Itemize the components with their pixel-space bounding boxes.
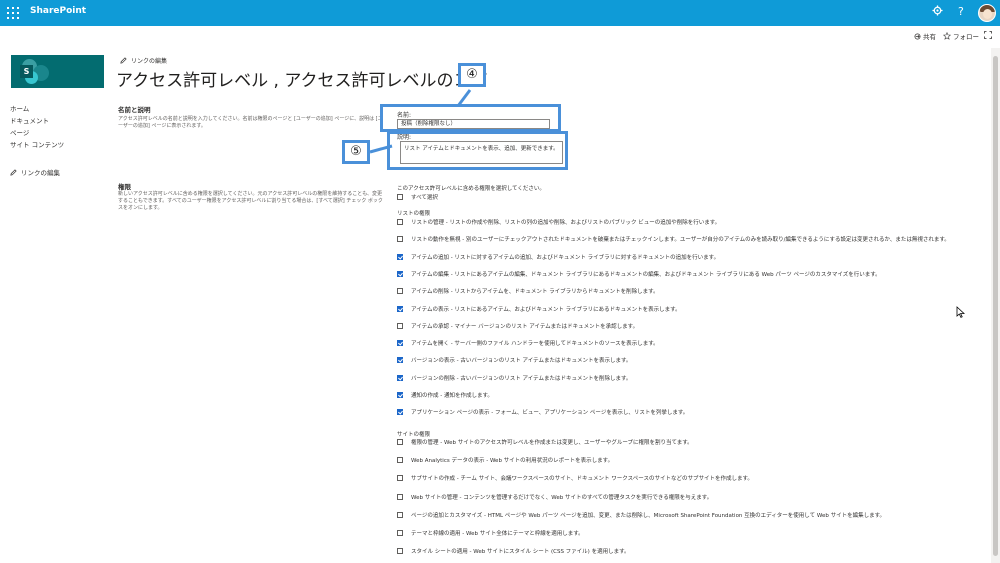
permission-label: リストの動作を無視 - 別のユーザーにチェックアウトされたドキュメントを破棄また… [411, 237, 950, 244]
permission-label: 権限の管理 - Web サイトのアクセス許可レベルを作成または変更し、ユーザーや… [411, 440, 693, 446]
permission-label: アプリケーション ページの表示 - フォーム、ビュー、アプリケーション ページを… [411, 410, 689, 417]
permission-checkbox[interactable] [397, 236, 403, 243]
permission-checkbox[interactable] [397, 374, 403, 381]
permission-row[interactable]: スタイル シートの適用 - Web サイトにスタイル シート (CSS ファイル… [397, 547, 630, 555]
select-all-row[interactable]: すべて選択 [397, 193, 438, 201]
permission-row[interactable]: アイテムの追加 - リストに対するアイテムの追加、およびドキュメント ライブラリ… [397, 253, 719, 261]
permission-checkbox[interactable] [397, 457, 403, 464]
permission-row[interactable]: アイテムの承認 - マイナー バージョンのリスト アイテムまたはドキュメントを承… [397, 322, 638, 330]
mouse-cursor-icon [956, 306, 965, 318]
permission-label: バージョンの表示 - 古いバージョンのリスト アイテムまたはドキュメントを表示し… [411, 358, 632, 365]
permission-checkbox[interactable] [397, 530, 403, 536]
permission-label: テーマと枠線の適用 - Web サイト全体にテーマと枠線を適用します。 [411, 531, 584, 537]
permission-label: サブサイトの作成 - チーム サイト、会議ワークスペースのサイト、ドキュメント … [411, 476, 753, 483]
permission-row[interactable]: リストの動作を無視 - 別のユーザーにチェックアウトされたドキュメントを破棄また… [397, 235, 950, 243]
permission-row[interactable]: 通知の作成 - 通知を作成します。 [397, 391, 493, 399]
permission-label: ページの追加とカスタマイズ - HTML ページや Web パーツ ページを追加… [411, 512, 886, 519]
list-permissions-heading: リストの権限 [397, 211, 431, 217]
permission-checkbox[interactable] [397, 439, 403, 445]
permission-checkbox[interactable] [397, 548, 403, 555]
permission-row[interactable]: アイテムの削除 - リストからアイテムを、ドキュメント ライブラリからドキュメン… [397, 287, 659, 295]
permission-label: リストの管理 - リストの作成や削除、リストの列の追加や削除、およびリストのパブ… [411, 220, 721, 226]
permission-label: Web Analytics データの表示 - Web サイトの利用状況のレポート… [411, 458, 614, 465]
permission-label: 通知の作成 - 通知を作成します。 [411, 393, 493, 399]
permission-row[interactable]: アプリケーション ページの表示 - フォーム、ビュー、アプリケーション ページを… [397, 408, 688, 416]
callout-number-4: ④ [458, 63, 486, 87]
permission-label: バージョンの削除 - 古いバージョンのリスト アイテムまたはドキュメントを削除し… [411, 375, 632, 382]
permission-checkbox[interactable] [397, 409, 403, 416]
permission-checkbox[interactable] [397, 270, 403, 277]
permission-checkbox[interactable] [397, 340, 403, 347]
permission-label: アイテムを開く - サーバー側のファイル ハンドラーを使用してドキュメントのソー… [411, 341, 659, 348]
permission-checkbox[interactable] [397, 253, 403, 260]
permission-checkbox[interactable] [397, 493, 403, 500]
permission-row[interactable]: 権限の管理 - Web サイトのアクセス許可レベルを作成または変更し、ユーザーや… [397, 438, 693, 446]
permission-row[interactable]: サブサイトの作成 - チーム サイト、会議ワークスペースのサイト、ドキュメント … [397, 474, 753, 482]
permission-label: アイテムの編集 - リストにあるアイテムの編集、ドキュメント ライブラリにあるド… [411, 271, 881, 278]
scrollbar-thumb[interactable] [993, 56, 998, 556]
permission-label: スタイル シートの適用 - Web サイトにスタイル シート (CSS ファイル… [411, 549, 630, 556]
permission-row[interactable]: バージョンの削除 - 古いバージョンのリスト アイテムまたはドキュメントを削除し… [397, 374, 631, 382]
permissions-intro: このアクセス許可レベルに含める権限を選択してください。 [397, 186, 545, 192]
callout-number-5: ⑤ [342, 140, 370, 164]
permission-label: アイテムの削除 - リストからアイテムを、ドキュメント ライブラリからドキュメン… [411, 289, 659, 296]
permission-label: アイテムの表示 - リストにあるアイテム、およびドキュメント ライブラリにあるド… [411, 306, 681, 313]
site-permissions-heading: サイトの権限 [397, 432, 431, 438]
permission-checkbox[interactable] [397, 305, 403, 312]
permission-checkbox[interactable] [397, 288, 403, 295]
permission-row[interactable]: Web Analytics データの表示 - Web サイトの利用状況のレポート… [397, 456, 613, 464]
permission-checkbox[interactable] [397, 357, 403, 364]
permission-row[interactable]: バージョンの表示 - 古いバージョンのリスト アイテムまたはドキュメントを表示し… [397, 356, 631, 364]
permission-label: アイテムの追加 - リストに対するアイテムの追加、およびドキュメント ライブラリ… [411, 254, 720, 261]
permission-label: Web サイトの管理 - コンテンツを管理するだけでなく、Web サイトのすべて… [411, 494, 713, 501]
select-all-checkbox[interactable] [397, 194, 403, 200]
permission-checkbox[interactable] [397, 322, 403, 329]
permission-row[interactable]: ページの追加とカスタマイズ - HTML ページや Web パーツ ページを追加… [397, 511, 885, 519]
permission-row[interactable]: アイテムを開く - サーバー側のファイル ハンドラーを使用してドキュメントのソー… [397, 339, 659, 347]
permission-label: アイテムの承認 - マイナー バージョンのリスト アイテムまたはドキュメントを承… [411, 323, 639, 330]
permission-row[interactable]: アイテムの編集 - リストにあるアイテムの編集、ドキュメント ライブラリにあるド… [397, 270, 881, 278]
permission-checkbox[interactable] [397, 392, 403, 398]
permission-checkbox[interactable] [397, 511, 403, 518]
permission-row[interactable]: テーマと枠線の適用 - Web サイト全体にテーマと枠線を適用します。 [397, 529, 584, 537]
permission-checkbox[interactable] [397, 475, 403, 482]
permission-row[interactable]: Web サイトの管理 - コンテンツを管理するだけでなく、Web サイトのすべて… [397, 493, 712, 501]
permission-row[interactable]: リストの管理 - リストの作成や削除、リストの列の追加や削除、およびリストのパブ… [397, 218, 720, 226]
select-all-label: すべて選択 [411, 195, 438, 201]
permission-checkbox[interactable] [397, 219, 403, 225]
permission-row[interactable]: アイテムの表示 - リストにあるアイテム、およびドキュメント ライブラリにあるド… [397, 305, 681, 313]
